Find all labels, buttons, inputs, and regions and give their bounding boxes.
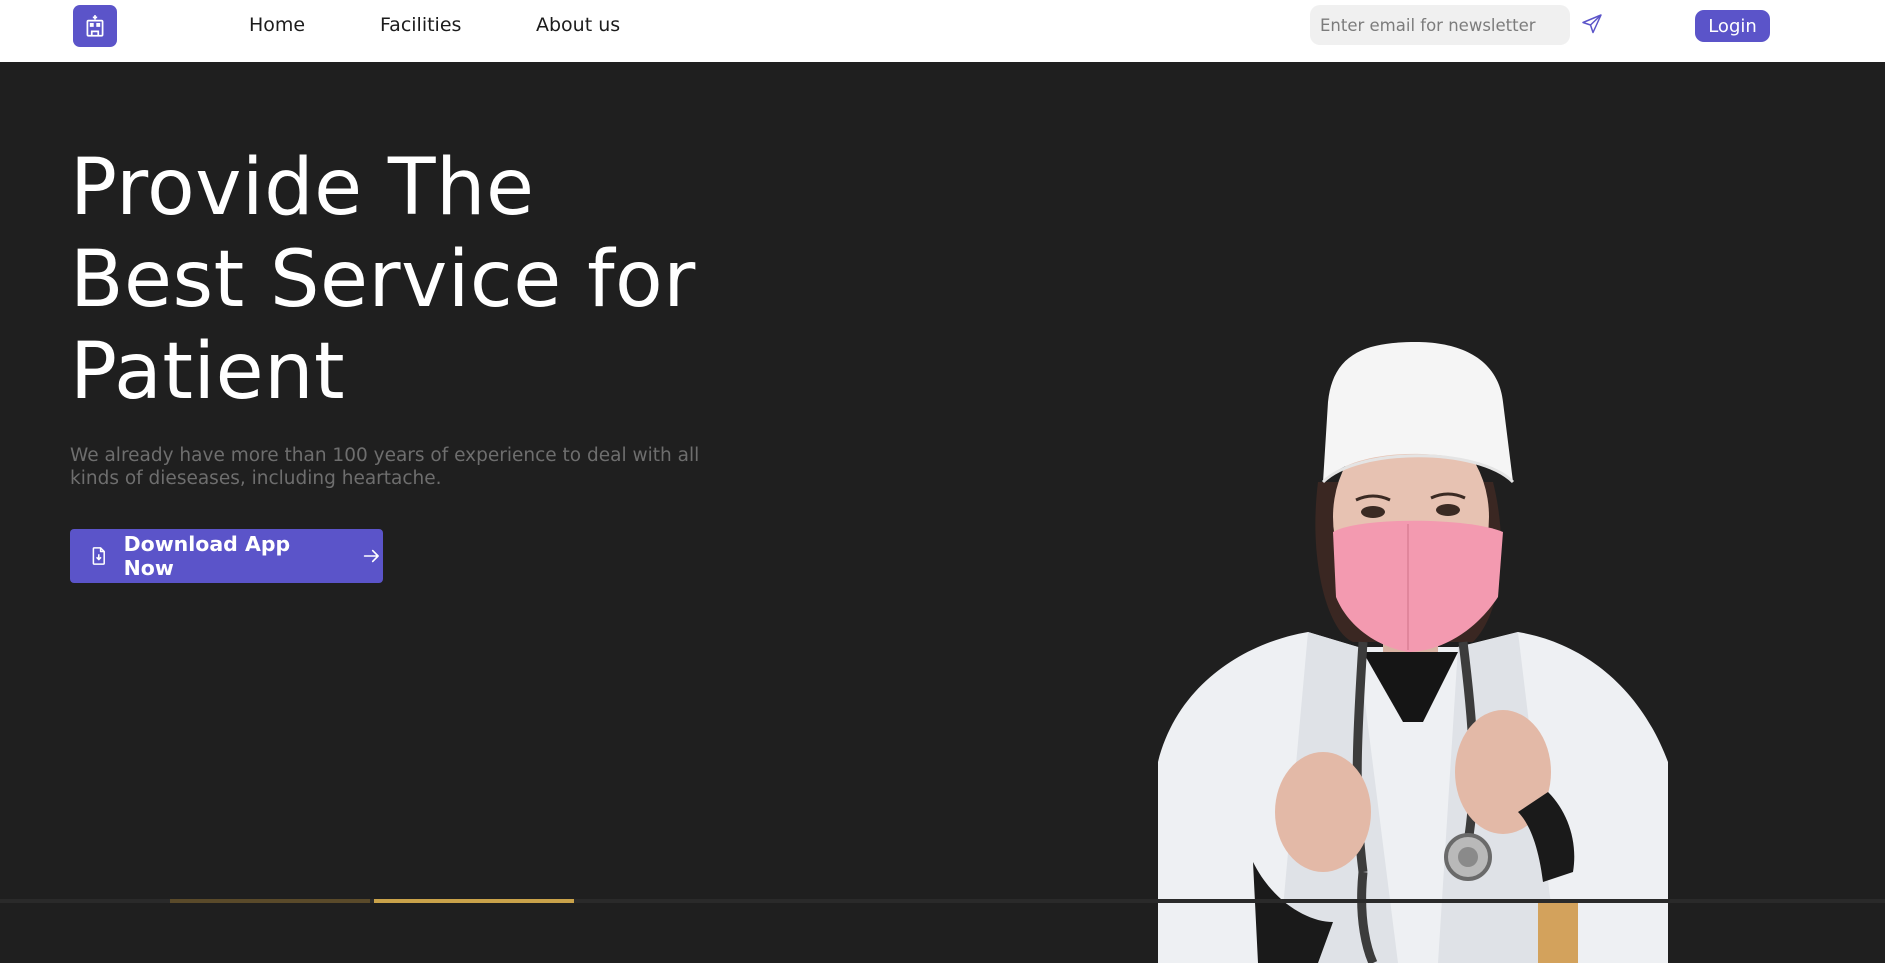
login-button[interactable]: Login xyxy=(1695,10,1770,42)
top-navbar: Home Facilities About us Login xyxy=(0,0,1885,62)
newsletter-email-input[interactable] xyxy=(1310,5,1570,45)
newsletter-send-button[interactable] xyxy=(1580,12,1606,38)
nav-facilities[interactable]: Facilities xyxy=(380,14,461,36)
paper-plane-icon xyxy=(1582,14,1602,34)
bottom-strip-segment xyxy=(170,899,370,903)
arrow-right-icon xyxy=(364,549,380,563)
hero-title-line-2: Best Service for xyxy=(70,235,696,325)
hero-title: Provide The Best Service for Patient xyxy=(70,142,790,418)
doctor-with-mask-image xyxy=(1158,342,1668,963)
hero-title-line-1: Provide The xyxy=(70,143,535,233)
download-app-label: Download App Now xyxy=(123,532,291,580)
download-app-button[interactable]: Download App Now xyxy=(70,529,383,583)
hero-title-line-3: Patient xyxy=(70,327,346,417)
hero-subtitle-line-2: kinds of dieseases, including heartache. xyxy=(70,468,442,489)
hero-subtitle: We already have more than 100 years of e… xyxy=(70,444,730,490)
nav-home[interactable]: Home xyxy=(249,14,305,36)
hero-subtitle-line-1: We already have more than 100 years of e… xyxy=(70,445,700,466)
hospital-building-icon xyxy=(86,15,104,37)
bottom-strip-segment xyxy=(374,899,574,903)
nav-about-us[interactable]: About us xyxy=(536,14,620,36)
logo[interactable] xyxy=(73,5,117,47)
file-download-icon xyxy=(92,547,105,565)
hero-section: Provide The Best Service for Patient We … xyxy=(0,62,1885,963)
